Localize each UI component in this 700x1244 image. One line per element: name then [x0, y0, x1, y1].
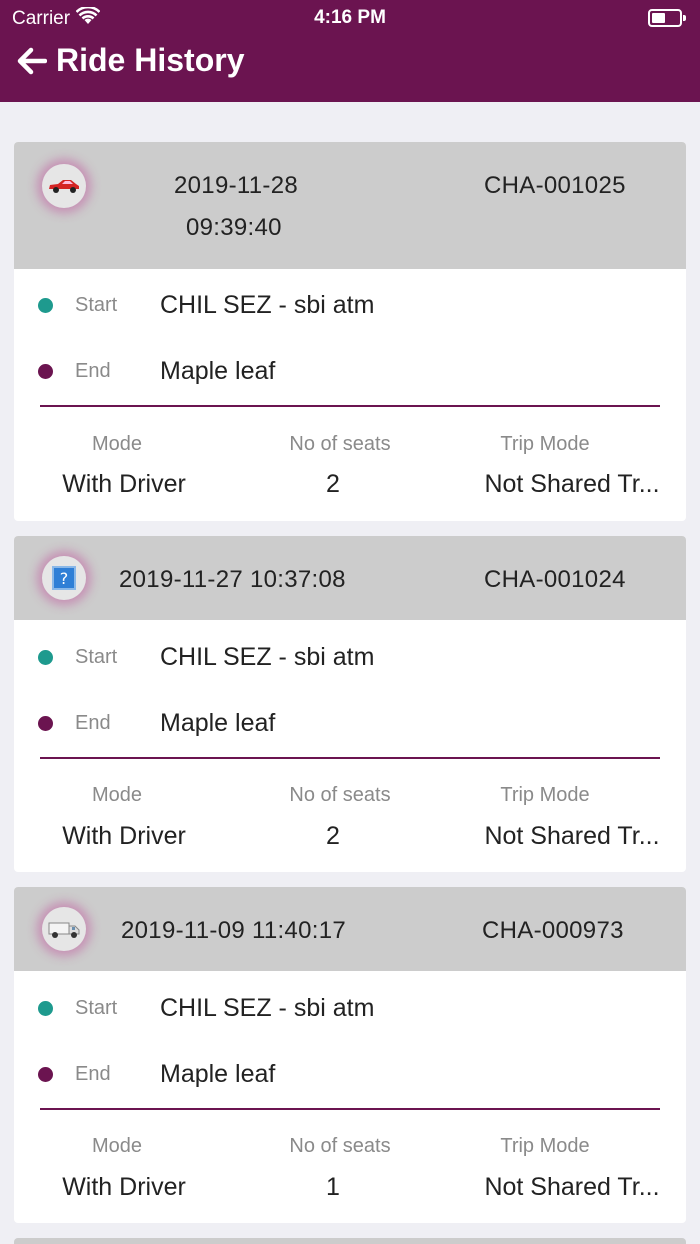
seats-value: 2: [326, 470, 340, 498]
end-label: End: [75, 1062, 111, 1085]
divider: [40, 1108, 660, 1110]
end-location-row: End Maple leaf: [14, 703, 686, 743]
start-label: Start: [75, 645, 118, 668]
end-label: End: [75, 359, 111, 382]
seats-label: No of seats: [289, 784, 391, 806]
trip-mode-value: Not Shared Tr...: [484, 470, 660, 498]
mode-label: Mode: [91, 784, 143, 806]
end-dot-icon: [38, 1066, 53, 1082]
status-bar: Carrier 4:16 PM: [0, 0, 700, 36]
seats-label: No of seats: [289, 433, 391, 455]
start-location-row: Start CHIL SEZ - sbi atm: [14, 285, 686, 325]
trip-mode-label: Trip Mode: [500, 433, 590, 455]
end-location: Maple leaf: [160, 708, 276, 737]
trip-mode-value: Not Shared Tr...: [484, 1173, 660, 1201]
ride-card-header: ? 2019-11-27 10:37:08 CHA-001024: [14, 536, 686, 620]
end-label: End: [75, 711, 111, 734]
seats-label: No of seats: [289, 1135, 391, 1157]
ride-id: CHA-001024: [484, 566, 626, 593]
app-header: Carrier 4:16 PM Ride History: [0, 0, 700, 102]
svg-text:?: ?: [60, 569, 69, 588]
ride-card[interactable]: 2019-11-09 11:40:17 CHA-000973 Start CHI…: [14, 887, 686, 1223]
red-car-icon: [42, 164, 86, 208]
ride-card[interactable]: 2019-11-28 09:39:40 CHA-001025 Start CHI…: [14, 142, 686, 521]
ride-datetime: 2019-11-09 11:40:17: [121, 917, 346, 944]
end-dot-icon: [38, 363, 53, 379]
status-time: 4:16 PM: [314, 7, 386, 28]
mode-value: With Driver: [62, 1173, 186, 1201]
mode-value: With Driver: [62, 822, 186, 850]
ride-id: CHA-000973: [482, 917, 624, 944]
start-label: Start: [75, 996, 118, 1019]
ride-card-header: 2019-11-28 09:39:40 CHA-001025: [14, 142, 686, 269]
mode-value: With Driver: [62, 470, 186, 498]
trip-mode-label: Trip Mode: [500, 784, 590, 806]
end-dot-icon: [38, 715, 53, 731]
truck-icon: [42, 907, 86, 951]
page-title: Ride History: [56, 42, 245, 78]
ride-date: 2019-11-28: [174, 172, 298, 199]
ride-datetime: 2019-11-27 10:37:08: [119, 566, 346, 593]
start-location-row: Start CHIL SEZ - sbi atm: [14, 988, 686, 1028]
trip-mode-value: Not Shared Tr...: [484, 822, 660, 850]
trip-mode-label: Trip Mode: [500, 1135, 590, 1157]
ride-card[interactable]: ? 2019-11-27 10:37:08 CHA-001024 Start C…: [14, 536, 686, 872]
end-location: Maple leaf: [160, 356, 276, 385]
start-location-row: Start CHIL SEZ - sbi atm: [14, 637, 686, 677]
start-location: CHIL SEZ - sbi atm: [160, 993, 375, 1022]
end-location-row: End Maple leaf: [14, 1054, 686, 1094]
unknown-image-icon: ?: [42, 556, 86, 600]
start-location: CHIL SEZ - sbi atm: [160, 642, 375, 671]
end-location: Maple leaf: [160, 1059, 276, 1088]
mode-label: Mode: [91, 433, 143, 455]
start-location: CHIL SEZ - sbi atm: [160, 290, 375, 319]
ride-card-header: 2019-11-09 11:40:17 CHA-000973: [14, 887, 686, 971]
divider: [40, 757, 660, 759]
battery-icon: [648, 9, 686, 27]
ride-time: 09:39:40: [186, 214, 282, 241]
ride-id: CHA-001025: [484, 172, 626, 199]
seats-value: 1: [326, 1173, 340, 1201]
seats-value: 2: [326, 822, 340, 850]
start-dot-icon: [38, 297, 53, 313]
divider: [40, 405, 660, 407]
start-dot-icon: [38, 1000, 53, 1016]
mode-label: Mode: [91, 1135, 143, 1157]
start-dot-icon: [38, 649, 53, 665]
nav-bar: Ride History: [16, 42, 244, 79]
back-arrow-icon[interactable]: [16, 45, 48, 77]
start-label: Start: [75, 293, 118, 316]
next-ride-card-peek[interactable]: [14, 1238, 686, 1244]
end-location-row: End Maple leaf: [14, 351, 686, 391]
